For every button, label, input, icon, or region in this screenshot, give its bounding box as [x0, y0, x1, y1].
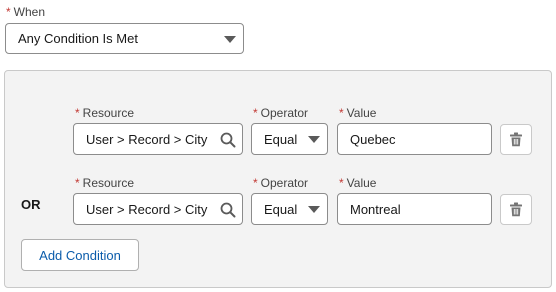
operator-select-value: Equal: [264, 131, 298, 147]
when-select[interactable]: Any Condition Is Met: [5, 23, 244, 54]
resource-input[interactable]: User > Record > City: [73, 193, 243, 225]
operator-select[interactable]: Equal: [251, 123, 328, 155]
required-marker: *: [6, 5, 11, 19]
search-icon[interactable]: [220, 132, 236, 148]
operator-select[interactable]: Equal: [251, 193, 328, 225]
value-input[interactable]: Quebec: [337, 123, 492, 155]
add-condition-button[interactable]: Add Condition: [21, 239, 139, 271]
resource-input-value: User > Record > City: [86, 201, 208, 217]
value-input[interactable]: Montreal: [337, 193, 492, 225]
value-input-text: Quebec: [350, 131, 396, 147]
trash-icon: [510, 202, 522, 217]
delete-condition-button[interactable]: [500, 194, 532, 225]
when-select-value: Any Condition Is Met: [18, 31, 138, 46]
chevron-down-icon: [308, 206, 320, 213]
logic-operator-label: OR: [21, 197, 41, 212]
search-icon[interactable]: [220, 202, 236, 218]
value-input-text: Montreal: [350, 201, 401, 217]
trash-icon: [510, 132, 522, 147]
chevron-down-icon: [308, 136, 320, 143]
delete-condition-button[interactable]: [500, 124, 532, 155]
when-label: * When: [6, 5, 46, 19]
resource-input-value: User > Record > City: [86, 131, 208, 147]
value-label: * Value: [339, 106, 377, 120]
chevron-down-icon: [224, 36, 236, 43]
resource-label: * Resource: [75, 176, 135, 190]
operator-label: * Operator: [253, 106, 309, 120]
resource-label: * Resource: [75, 106, 135, 120]
value-label: * Value: [339, 176, 377, 190]
operator-select-value: Equal: [264, 201, 298, 217]
operator-label: * Operator: [253, 176, 309, 190]
resource-input[interactable]: User > Record > City: [73, 123, 243, 155]
